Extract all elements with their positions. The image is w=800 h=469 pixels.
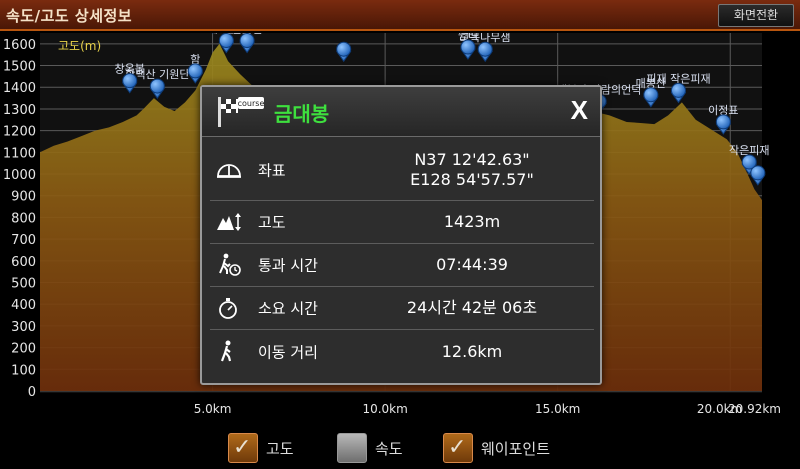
y-tick-label: 100	[11, 363, 36, 378]
waypoint-name: 금대봉	[274, 102, 330, 126]
distance-value: 12.6km	[441, 341, 503, 361]
layer-toggles: ✓ 고도 속도 ✓ 웨이포인트	[0, 425, 800, 469]
y-tick-label: 500	[11, 277, 36, 292]
header-bar: 속도/고도 상세정보 화면전환	[0, 0, 800, 31]
waypoint-checkbox[interactable]: ✓	[443, 433, 473, 463]
pass-time-value: 07:44:39	[436, 255, 508, 274]
x-tick-label: 5.0km	[194, 402, 232, 416]
altitude-checkbox[interactable]: ✓	[228, 433, 258, 463]
waypoint-detail-popup: course 금대봉 X 좌표 N37 12'42.63" E128 54'57…	[200, 85, 602, 385]
waypoint-toggle-label: 웨이포인트	[481, 440, 551, 458]
walker-icon	[220, 340, 232, 361]
row-distance: 이동 거리 12.6km	[210, 330, 594, 373]
elapsed-time-value: 24시간 42분 06초	[406, 298, 538, 317]
y-tick-label: 1100	[3, 146, 36, 161]
x-tick-label: 20.92km	[728, 402, 781, 416]
y-tick-label: 200	[11, 342, 36, 357]
longitude-value: E128 54'57.57"	[410, 169, 534, 189]
coordinate-label: 좌표	[258, 161, 286, 179]
y-tick-label: 1500	[3, 60, 36, 75]
y-tick-label: 600	[11, 255, 36, 270]
stopwatch-icon	[219, 298, 237, 319]
speed-toggle-label: 속도	[375, 440, 403, 458]
altitude-toggle-label: 고도	[266, 440, 294, 458]
y-tick-label: 1200	[3, 125, 36, 140]
switch-screen-button[interactable]: 화면전환	[718, 4, 794, 27]
course-icon-label: course	[238, 99, 265, 108]
screen-title: 속도/고도 상세정보	[6, 7, 133, 25]
check-icon: ✓	[233, 435, 252, 460]
pass-time-icon	[219, 253, 241, 276]
course-flag-icon: course	[218, 97, 265, 127]
altitude-value: 1423m	[443, 212, 501, 231]
x-tick-label: 10.0km	[362, 402, 407, 416]
y-tick-label: 0	[28, 385, 36, 400]
row-altitude: 고도 1423m	[210, 201, 594, 244]
row-pass-time: 통과 시간 07:44:39	[210, 244, 594, 287]
coordinate-icon	[217, 163, 241, 178]
y-tick-label: 400	[11, 298, 36, 313]
distance-label: 이동 거리	[258, 343, 318, 361]
y-tick-label: 1600	[3, 38, 36, 53]
altitude-label: 고도	[258, 213, 286, 232]
popup-header: course 금대봉 X	[202, 87, 600, 137]
y-tick-label: 1300	[3, 103, 36, 118]
series-label: 고도(m)	[58, 39, 101, 53]
row-coordinate: 좌표 N37 12'42.63" E128 54'57.57"	[210, 139, 594, 201]
y-tick-label: 300	[11, 320, 36, 335]
y-tick-label: 700	[11, 233, 36, 248]
y-tick-label: 1000	[3, 168, 36, 183]
altitude-icon	[217, 213, 241, 231]
speed-checkbox[interactable]	[337, 433, 367, 463]
y-tick-label: 1400	[3, 81, 36, 96]
close-button[interactable]: X	[571, 95, 588, 126]
latitude-value: N37 12'42.63"	[414, 149, 530, 169]
row-elapsed-time: 소요 시간 24시간 42분 06초	[210, 287, 594, 330]
pass-time-label: 통과 시간	[258, 256, 318, 275]
x-tick-label: 15.0km	[535, 402, 580, 416]
elapsed-time-label: 소요 시간	[258, 299, 318, 318]
detail-rows: 좌표 N37 12'42.63" E128 54'57.57" 고도 1423m	[210, 139, 594, 373]
y-tick-label: 800	[11, 211, 36, 226]
check-icon: ✓	[448, 435, 467, 460]
y-tick-label: 900	[11, 190, 36, 205]
coordinate-value: N37 12'42.63" E128 54'57.57"	[350, 150, 594, 190]
